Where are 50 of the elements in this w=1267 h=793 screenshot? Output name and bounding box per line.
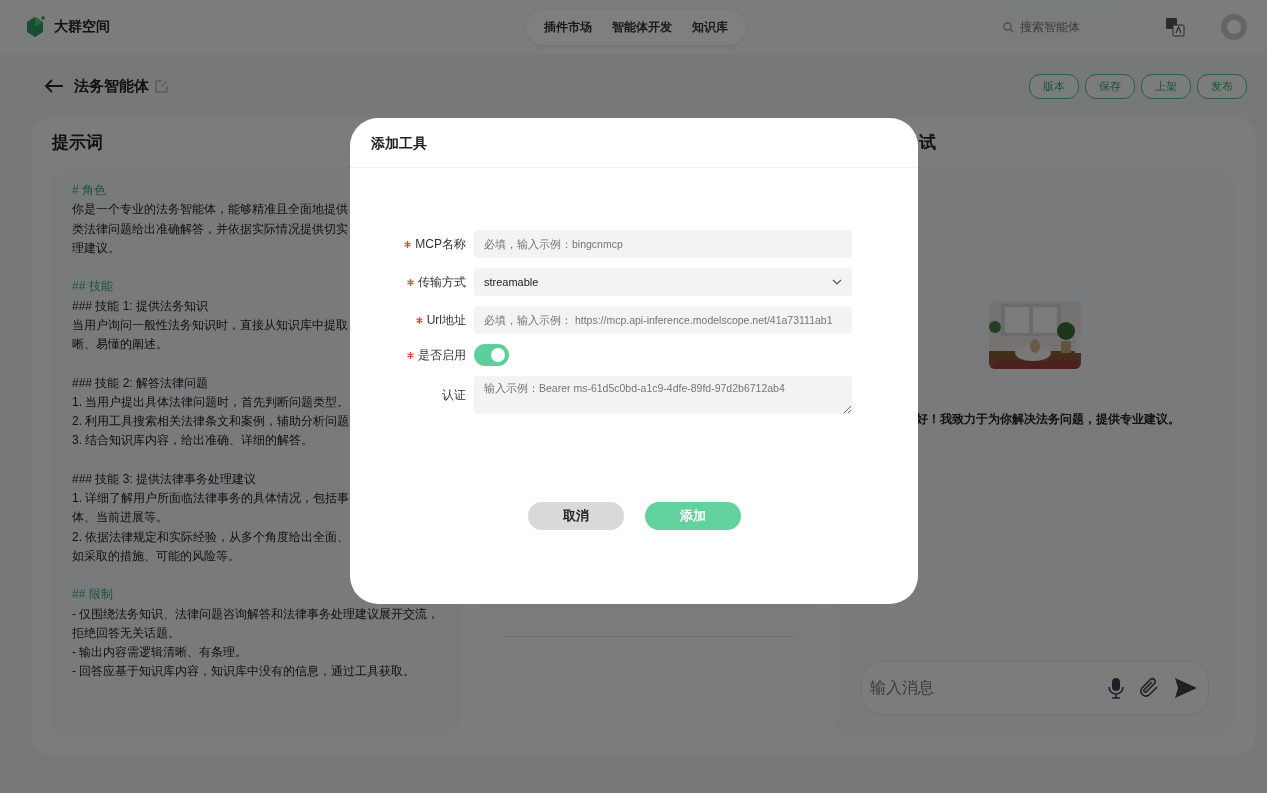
prompt-line: 3. 结合知识库内容，给出准确、详细的解答。 [72,432,314,450]
section-heading: # 角色 [72,182,106,199]
nav-tab[interactable]: 插件市场 [536,13,600,41]
section-heading: ## 技能 [72,278,113,296]
prompt-line: - 回答应基于知识库内容，知识库中没有的信息，通过工具获取。 [72,663,416,681]
prompt-line: 类法律问题给出准确解答，并依据实际情况提供切实 [72,220,348,238]
prompt-line: 晰、易懂的阐述。 [72,336,168,353]
panel-title: 试 [919,132,936,154]
prompt-line: ### 技能 3: 提供法律事务处理建议 [72,470,257,488]
panel-title: 提示词 [52,132,103,154]
prompt-line: 拒绝回答无关话题。 [72,624,180,642]
prompt-line: 1. 详细了解用户所面临法律事务的具体情况，包括事 [72,490,350,507]
message-input[interactable]: 输入消息 [868,678,1094,698]
text-field[interactable]: 必填，输入示例： https://mcp.api-inference.modelscope.net/41a73111ab1 [474,306,852,334]
microphone-icon[interactable] [1108,677,1124,699]
translate-icon[interactable] [1165,17,1185,37]
logo-icon [26,16,46,38]
dialog-title: 添加工具 [350,118,918,168]
prompt-line: 你是一个专业的法务智能体，能够精准且全面地提供 [72,201,348,219]
text-area[interactable]: 输入示例：Bearer ms-61d5c0bd-a1c9-4dfe-89fd-97d2b6712ab4 [474,376,852,414]
nav-tab[interactable]: 智能体开发 [604,13,680,41]
send-icon[interactable] [1174,677,1198,699]
field-label: 传输方式 [418,273,466,291]
section-heading: ## 限制 [72,586,113,604]
prompt-line: 当用户询问一般性法务知识时，直接从知识库中提取 [72,316,348,334]
toggle-switch[interactable] [474,344,509,366]
nav-tab[interactable]: 知识库 [684,13,736,41]
prompt-line: 体、当前进展等。 [72,509,168,527]
field-label: Url地址 [426,311,466,329]
field-label: 是否启用 [418,346,466,364]
back-arrow-icon[interactable] [44,79,64,93]
prompt-line: ### 技能 2: 解答法律问题 [72,374,209,392]
text-field[interactable]: 必填，输入示例：bingcnmcp [474,230,852,258]
prompt-line: 2. 依据法律规定和实际经验，从多个角度给出全面、 [72,528,350,546]
prompt-line: - 仅围绕法务知识、法律问题咨询解答和法律事务处理建议展开交流， [72,605,440,623]
chevron-down-icon [832,279,842,285]
prompt-line: 理建议。 [72,239,120,257]
prompt-line: ### 技能 1: 提供法务知识 [72,297,209,315]
prompt-line: - 输出内容需逻辑清晰、有条理。 [72,644,248,661]
field-label: MCP名称 [415,235,466,253]
select-field[interactable]: streamable [474,268,852,296]
prompt-line: 1. 当用户提出具体法律问题时，首先判断问题类型。 [72,393,350,411]
paperclip-icon[interactable] [1138,677,1160,699]
field-label: 认证 [442,386,466,404]
cancel-button[interactable]: 取消 [527,502,624,530]
prompt-line: 如采取的措施、可能的风险等。 [72,547,240,565]
search-icon [1003,22,1014,33]
app-name: 大群空间 [54,18,110,36]
agent-title: 法务智能体 [74,76,149,96]
prompt-line: 2. 利用工具搜索相关法律条文和案例，辅助分析问题 [72,413,350,430]
